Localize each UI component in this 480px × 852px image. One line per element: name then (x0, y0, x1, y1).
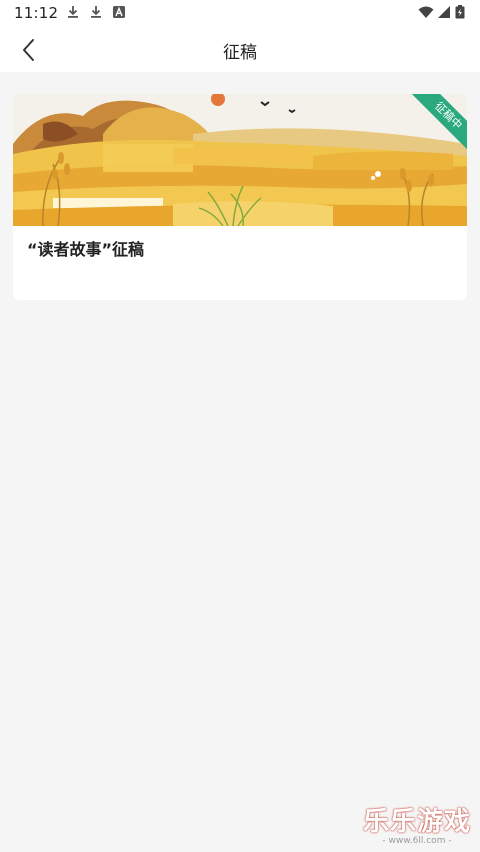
app-header: 征稿 (0, 26, 480, 72)
battery-icon (455, 5, 465, 19)
watermark-brand: 乐乐游戏 (362, 807, 471, 837)
page-title: 征稿 (223, 43, 257, 63)
submission-status-badge: 征稿中 (409, 94, 467, 154)
status-ribbon: 征稿中 (407, 94, 467, 154)
call-for-submissions-card[interactable]: 征稿中 “读者故事”征稿 (13, 94, 467, 300)
signal-icon (438, 6, 450, 18)
download-icon (68, 6, 78, 18)
harvest-banner-image (13, 94, 467, 226)
card-title: “读者故事”征稿 (27, 240, 145, 259)
watermark-logo: 乐乐游戏 - www.6ll.com - (362, 801, 472, 846)
wifi-icon (418, 6, 434, 18)
a-icon (113, 6, 125, 18)
status-bar: 11:12 (0, 0, 480, 26)
download-icon (91, 6, 101, 18)
status-time: 11:12 (14, 4, 59, 22)
